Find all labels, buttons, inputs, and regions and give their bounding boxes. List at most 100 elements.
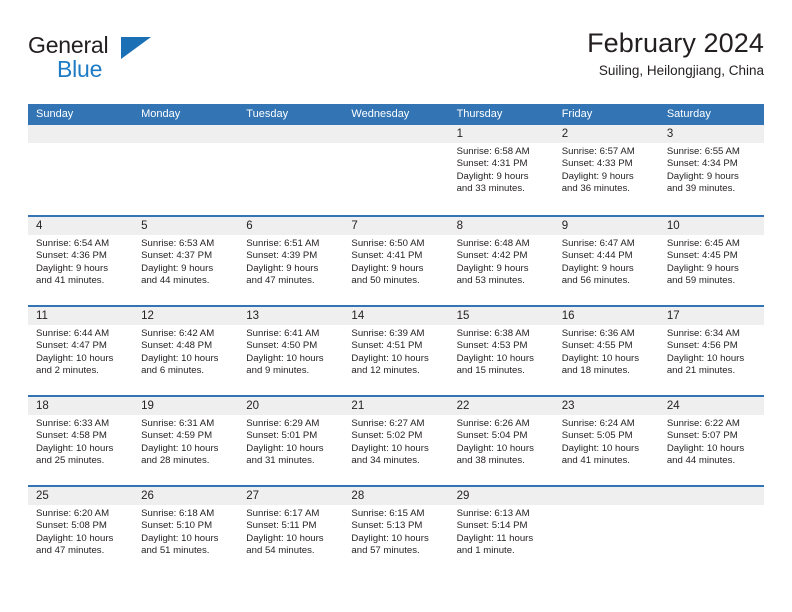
day-cell[interactable]: 26 Sunrise: 6:18 AM Sunset: 5:10 PM Dayligh… — [133, 487, 239, 575]
day-cell[interactable]: 7 Sunrise: 6:50 AM Sunset: 4:41 PM Daylight… — [343, 217, 449, 305]
day-number — [133, 125, 239, 143]
day-number — [238, 125, 344, 143]
day-detail-line: and 53 minutes. — [456, 274, 525, 286]
brand-name-general: General — [28, 32, 109, 58]
day-detail-line: Sunrise: 6:15 AM — [351, 508, 425, 519]
day-detail-line: and 47 minutes. — [246, 274, 315, 286]
day-detail-line: Sunset: 4:39 PM — [246, 250, 318, 262]
day-cell[interactable]: 17 Sunrise: 6:34 AM Sunset: 4:56 PM Dayligh… — [658, 307, 764, 395]
day-details: Sunrise: 6:31 AM Sunset: 4:59 PM Daylight:… — [133, 415, 238, 467]
day-detail-line: and 50 minutes. — [351, 274, 420, 286]
day-details: Sunrise: 6:53 AM Sunset: 4:37 PM Daylight:… — [133, 235, 238, 287]
day-detail-line: Daylight: 9 hours — [666, 170, 739, 182]
day-details: Sunrise: 6:38 AM Sunset: 4:53 PM Daylight:… — [449, 325, 554, 377]
day-detail-line: and 25 minutes. — [36, 454, 105, 466]
day-detail-line: Sunrise: 6:33 AM — [36, 418, 110, 429]
day-detail-line: Sunrise: 6:20 AM — [36, 508, 110, 519]
day-detail-line: Sunrise: 6:45 AM — [666, 238, 740, 249]
day-detail-line: Sunset: 4:42 PM — [456, 250, 528, 262]
day-cell-empty — [28, 125, 134, 215]
day-cell-empty — [658, 487, 764, 575]
day-detail-line: Daylight: 11 hours — [456, 532, 534, 544]
day-number: 21 — [343, 397, 449, 415]
day-detail-line: and 44 minutes. — [141, 274, 210, 286]
day-details: Sunrise: 6:22 AM Sunset: 5:07 PM Daylight:… — [659, 415, 764, 467]
day-cell[interactable]: 10 Sunrise: 6:45 AM Sunset: 4:45 PM Dayligh… — [658, 217, 764, 305]
day-cell[interactable]: 11 Sunrise: 6:44 AM Sunset: 4:47 PM Dayligh… — [28, 307, 134, 395]
day-detail-line: Sunset: 4:51 PM — [351, 340, 423, 352]
day-detail-line: Sunset: 4:36 PM — [36, 250, 107, 262]
day-detail-line: Daylight: 9 hours — [456, 170, 529, 182]
day-number: 19 — [133, 397, 239, 415]
day-cell[interactable]: 9 Sunrise: 6:47 AM Sunset: 4:44 PM Daylight… — [553, 217, 659, 305]
day-cell[interactable]: 24 Sunrise: 6:22 AM Sunset: 5:07 PM Dayligh… — [658, 397, 764, 485]
day-detail-line: and 21 minutes. — [666, 364, 736, 376]
day-cell[interactable]: 5 Sunrise: 6:53 AM Sunset: 4:37 PM Daylight… — [133, 217, 239, 305]
day-cell[interactable]: 28 Sunrise: 6:15 AM Sunset: 5:13 PM Dayligh… — [343, 487, 449, 575]
day-cell[interactable]: 12 Sunrise: 6:42 AM Sunset: 4:48 PM Dayligh… — [133, 307, 239, 395]
day-detail-line: and 51 minutes. — [141, 544, 210, 556]
day-cell[interactable]: 20 Sunrise: 6:29 AM Sunset: 5:01 PM Dayligh… — [238, 397, 344, 485]
weekday-header-monday: Monday — [141, 108, 181, 120]
day-cell[interactable]: 27 Sunrise: 6:17 AM Sunset: 5:11 PM Dayligh… — [238, 487, 344, 575]
day-detail-line: Daylight: 9 hours — [246, 262, 319, 274]
day-cell[interactable]: 23 Sunrise: 6:24 AM Sunset: 5:05 PM Dayligh… — [553, 397, 659, 485]
day-cell[interactable]: 14 Sunrise: 6:39 AM Sunset: 4:51 PM Dayligh… — [343, 307, 449, 395]
day-number: 29 — [448, 487, 554, 505]
day-details — [659, 505, 764, 508]
day-details: Sunrise: 6:26 AM Sunset: 5:04 PM Daylight:… — [449, 415, 554, 467]
day-cell[interactable]: 4 Sunrise: 6:54 AM Sunset: 4:36 PM Daylight… — [28, 217, 134, 305]
day-detail-line: Sunrise: 6:42 AM — [141, 328, 215, 339]
day-cell-empty — [238, 125, 344, 215]
day-details — [133, 143, 238, 146]
day-number: 17 — [658, 307, 764, 325]
day-detail-line: Daylight: 9 hours — [351, 262, 424, 274]
day-details: Sunrise: 6:20 AM Sunset: 5:08 PM Daylight:… — [28, 505, 133, 557]
day-details: Sunrise: 6:42 AM Sunset: 4:48 PM Daylight:… — [133, 325, 238, 377]
day-details: Sunrise: 6:27 AM Sunset: 5:02 PM Daylight:… — [343, 415, 448, 467]
day-details: Sunrise: 6:39 AM Sunset: 4:51 PM Daylight:… — [343, 325, 448, 377]
page-title: February 2024 — [587, 28, 764, 58]
day-cell[interactable]: 22 Sunrise: 6:26 AM Sunset: 5:04 PM Dayligh… — [448, 397, 554, 485]
weekday-header-friday: Friday — [561, 108, 593, 120]
day-detail-line: Sunset: 5:01 PM — [246, 430, 318, 442]
day-number: 28 — [343, 487, 449, 505]
day-cell[interactable]: 15 Sunrise: 6:38 AM Sunset: 4:53 PM Dayligh… — [448, 307, 554, 395]
day-detail-line: Daylight: 9 hours — [561, 170, 634, 182]
day-cell[interactable]: 8 Sunrise: 6:48 AM Sunset: 4:42 PM Daylight… — [448, 217, 554, 305]
day-detail-line: Daylight: 10 hours — [351, 352, 429, 364]
day-details: Sunrise: 6:15 AM Sunset: 5:13 PM Daylight:… — [343, 505, 448, 557]
calendar-week-row: 25 Sunrise: 6:20 AM Sunset: 5:08 PM Dayligh… — [28, 485, 764, 575]
day-detail-line: Sunrise: 6:55 AM — [666, 146, 740, 157]
day-cell[interactable]: 6 Sunrise: 6:51 AM Sunset: 4:39 PM Daylight… — [238, 217, 344, 305]
day-details: Sunrise: 6:41 AM Sunset: 4:50 PM Daylight:… — [238, 325, 343, 377]
day-detail-line: Daylight: 10 hours — [36, 442, 114, 454]
day-cell[interactable]: 25 Sunrise: 6:20 AM Sunset: 5:08 PM Dayligh… — [28, 487, 134, 575]
day-details: Sunrise: 6:50 AM Sunset: 4:41 PM Daylight:… — [343, 235, 448, 287]
day-cell[interactable]: 19 Sunrise: 6:31 AM Sunset: 4:59 PM Dayligh… — [133, 397, 239, 485]
day-detail-line: and 38 minutes. — [456, 454, 525, 466]
day-detail-line: Daylight: 10 hours — [141, 532, 219, 544]
brand-logo[interactable]: General Blue — [28, 28, 198, 84]
day-detail-line: Sunset: 4:37 PM — [141, 250, 213, 262]
day-detail-line: Sunset: 4:34 PM — [666, 158, 738, 170]
day-cell[interactable]: 13 Sunrise: 6:41 AM Sunset: 4:50 PM Dayligh… — [238, 307, 344, 395]
day-cell[interactable]: 16 Sunrise: 6:36 AM Sunset: 4:55 PM Dayligh… — [553, 307, 659, 395]
day-detail-line: and 31 minutes. — [246, 454, 315, 466]
day-cell[interactable]: 29 Sunrise: 6:13 AM Sunset: 5:14 PM Dayligh… — [448, 487, 554, 575]
day-detail-line: Sunrise: 6:18 AM — [141, 508, 215, 519]
day-detail-line: and 15 minutes. — [456, 364, 525, 376]
day-detail-line: Sunset: 4:47 PM — [36, 340, 107, 352]
day-detail-line: Sunrise: 6:13 AM — [456, 508, 530, 519]
day-detail-line: Sunrise: 6:51 AM — [246, 238, 320, 249]
weekday-header-thursday: Thursday — [456, 108, 503, 120]
day-cell[interactable]: 18 Sunrise: 6:33 AM Sunset: 4:58 PM Dayligh… — [28, 397, 134, 485]
day-details — [28, 143, 133, 146]
day-cell[interactable]: 1 Sunrise: 6:58 AM Sunset: 4:31 PM Daylight… — [448, 125, 554, 215]
title-block: February 2024 Suiling, Heilongjiang, Chi… — [587, 28, 764, 79]
day-cell[interactable]: 3 Sunrise: 6:55 AM Sunset: 4:34 PM Daylight… — [658, 125, 764, 215]
day-cell[interactable]: 21 Sunrise: 6:27 AM Sunset: 5:02 PM Dayligh… — [343, 397, 449, 485]
day-details: Sunrise: 6:17 AM Sunset: 5:11 PM Daylight:… — [238, 505, 343, 557]
day-number: 11 — [28, 307, 134, 325]
day-cell[interactable]: 2 Sunrise: 6:57 AM Sunset: 4:33 PM Daylight… — [553, 125, 659, 215]
